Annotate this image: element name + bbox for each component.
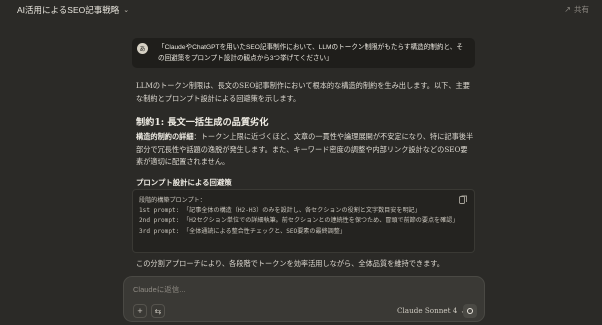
model-name: Claude Sonnet 4 [397, 306, 458, 315]
user-message: あ 「ClaudeやChatGPTを用いたSEO記事制作において、LLMのトーク… [132, 38, 475, 68]
message-composer: Claudeに返信... + ⇆ Claude Sonnet 4 ⌄ [123, 276, 485, 322]
top-bar: AI活用によるSEO記事戦略 ⌄ ↗ 共有 [0, 0, 602, 22]
bold-term: 構造的制約の詳細 [136, 132, 194, 141]
code-lines: 段階的構築プロンプト： 1st prompt: 「記事全体の構造（H2-H3）の… [139, 196, 459, 237]
code-line: 段階的構築プロンプト： [139, 197, 206, 204]
reply-input[interactable]: Claudeに返信... [133, 284, 186, 295]
model-selector[interactable]: Claude Sonnet 4 ⌄ [397, 306, 466, 315]
response-intro: LLMのトークン制限は、長文のSEO記事制作において根本的な構造的制約を生み出し… [136, 81, 470, 103]
tools-button[interactable]: ⇆ [151, 304, 165, 318]
response-paragraph-2: 構造的制約の詳細：トークン上限に近づくほど、文章の一貫性や論理展開が不安定になり… [136, 131, 474, 169]
chevron-down-icon: ⌄ [123, 7, 130, 14]
send-button[interactable] [463, 304, 477, 318]
avatar: あ [137, 43, 148, 54]
share-label: 共有 [574, 5, 589, 14]
response-closing: この分割アプローチにより、各段階でトークンを効率活用しながら、全体品質を維持でき… [136, 259, 444, 268]
copy-icon[interactable] [459, 195, 467, 204]
code-line: 3rd prompt: 「全体通読による整合性チェックと、SEO要素の最終調整」 [139, 227, 346, 235]
response-heading-1: 制約1: 長文一括生成の品質劣化 [136, 117, 269, 128]
user-message-text: 「ClaudeやChatGPTを用いたSEO記事制作において、LLMのトークン制… [158, 44, 463, 62]
add-attachment-button[interactable]: + [133, 304, 147, 318]
code-line: 1st prompt: 「記事全体の構造（H2-H3）のみを設計し、各セクション… [139, 207, 421, 215]
code-block: 段階的構築プロンプト： 1st prompt: 「記事全体の構造（H2-H3）の… [132, 189, 475, 253]
share-button[interactable]: ↗ 共有 [564, 4, 589, 15]
code-line: 2nd prompt: 「H2セクション単位での詳細執筆。前セクションとの連続性… [139, 217, 459, 225]
assistant-response: LLMのトークン制限は、長文のSEO記事制作において根本的な構造的制約を生み出し… [136, 80, 474, 188]
conversation-title-menu[interactable]: AI活用によるSEO記事戦略 ⌄ [17, 4, 129, 16]
conversation-title: AI活用によるSEO記事戦略 [17, 5, 120, 15]
send-icon [467, 308, 473, 314]
response-heading-2: プロンプト設計による回避策 [136, 177, 232, 187]
share-arrow-icon: ↗ [564, 5, 571, 14]
